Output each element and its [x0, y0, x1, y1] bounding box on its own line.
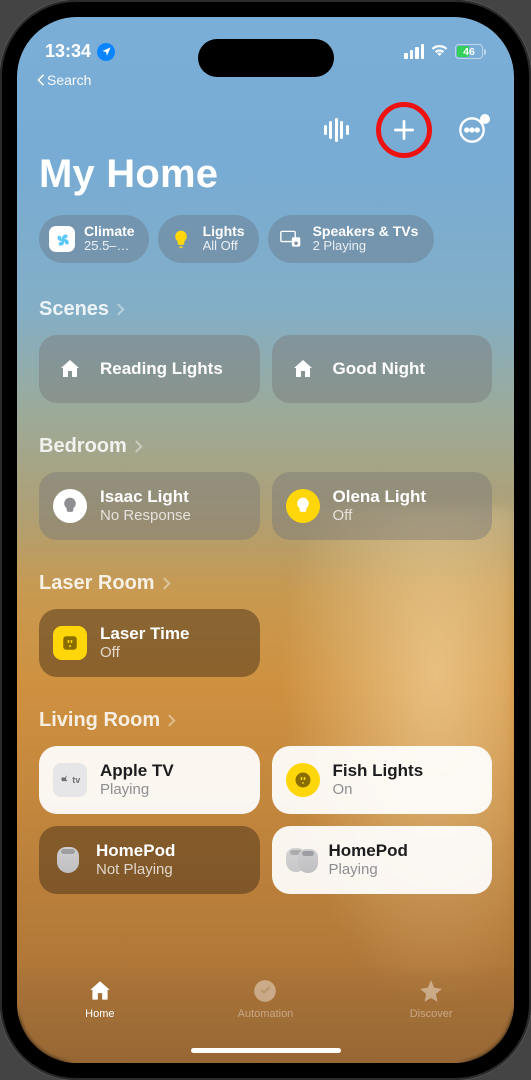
section-title: Scenes: [39, 298, 109, 321]
location-icon: [97, 43, 115, 61]
living-room-header[interactable]: Living Room: [39, 709, 492, 732]
add-accessory-highlight: [376, 102, 432, 158]
lightbulb-icon: [286, 489, 320, 523]
tab-label: Discover: [410, 1008, 453, 1020]
accessory-homepod-2[interactable]: HomePod Playing: [272, 826, 493, 894]
section-title: Bedroom: [39, 435, 127, 458]
tab-discover[interactable]: Discover: [376, 978, 486, 1020]
tile-status: No Response: [100, 507, 191, 524]
tab-label: Home: [85, 1008, 114, 1020]
accessory-homepod-1[interactable]: HomePod Not Playing: [39, 826, 260, 894]
pill-label: Lights: [203, 224, 245, 239]
tab-home[interactable]: Home: [45, 978, 155, 1020]
accessory-fish-lights[interactable]: Fish Lights On: [272, 746, 493, 814]
home-indicator[interactable]: [191, 1048, 341, 1053]
tile-title: HomePod: [329, 841, 408, 861]
speakers-pill[interactable]: Speakers & TVs 2 Playing: [268, 215, 435, 263]
homepod-pair-icon: [286, 845, 316, 875]
tile-status: Not Playing: [96, 861, 175, 878]
homepod-icon: [53, 845, 83, 875]
chevron-right-icon: [116, 302, 125, 317]
tile-status: Off: [333, 507, 427, 524]
waveform-icon: [324, 118, 349, 142]
chevron-right-icon: [134, 439, 143, 454]
accessory-olena-light[interactable]: Olena Light Off: [272, 472, 493, 540]
tv-speaker-icon: [278, 226, 304, 252]
lights-pill[interactable]: Lights All Off: [158, 215, 259, 263]
fan-icon: [49, 226, 75, 252]
pill-status: 2 Playing: [313, 239, 419, 253]
status-pills: Climate 25.5–… Lights All Off: [39, 215, 492, 263]
back-label: Search: [47, 72, 91, 88]
scene-reading-lights[interactable]: Reading Lights: [39, 335, 260, 403]
tile-title: Good Night: [333, 359, 426, 379]
tab-label: Automation: [238, 1008, 294, 1020]
tile-title: Fish Lights: [333, 761, 424, 781]
tile-status: Playing: [100, 781, 174, 798]
add-button[interactable]: [391, 117, 417, 143]
back-to-search[interactable]: Search: [37, 72, 91, 88]
tile-title: Reading Lights: [100, 359, 223, 379]
pill-label: Speakers & TVs: [313, 224, 419, 239]
accessory-laser-time[interactable]: Laser Time Off: [39, 609, 260, 677]
star-icon: [417, 978, 445, 1004]
tile-status: On: [333, 781, 424, 798]
tab-automation[interactable]: Automation: [210, 978, 320, 1020]
tile-status: Off: [100, 644, 189, 661]
scene-good-night[interactable]: Good Night: [272, 335, 493, 403]
section-title: Laser Room: [39, 572, 155, 595]
tile-title: Apple TV: [100, 761, 174, 781]
cellular-icon: [404, 44, 424, 59]
pill-status: 25.5–…: [84, 239, 135, 253]
battery-indicator: 46: [455, 44, 486, 59]
accessory-apple-tv[interactable]: tv Apple TV Playing: [39, 746, 260, 814]
clock-check-icon: [251, 978, 279, 1004]
chevron-right-icon: [162, 576, 171, 591]
appletv-icon: tv: [53, 763, 87, 797]
wifi-icon: [430, 42, 449, 61]
scenes-header[interactable]: Scenes: [39, 298, 492, 321]
section-title: Living Room: [39, 709, 160, 732]
tile-title: HomePod: [96, 841, 175, 861]
plus-icon: [391, 117, 417, 143]
dynamic-island: [198, 39, 334, 77]
lightbulb-icon: [53, 489, 87, 523]
pill-status: All Off: [203, 239, 245, 253]
tile-title: Isaac Light: [100, 487, 191, 507]
notification-dot: [480, 114, 490, 124]
tile-title: Olena Light: [333, 487, 427, 507]
house-icon: [286, 352, 320, 386]
climate-pill[interactable]: Climate 25.5–…: [39, 215, 149, 263]
pill-label: Climate: [84, 224, 135, 239]
home-settings-button[interactable]: [452, 110, 492, 150]
tile-status: Playing: [329, 861, 408, 878]
page-title: My Home: [39, 152, 492, 197]
clock: 13:34: [45, 41, 91, 62]
accessory-isaac-light[interactable]: Isaac Light No Response: [39, 472, 260, 540]
outlet-icon: [53, 626, 87, 660]
chevron-right-icon: [167, 713, 176, 728]
bulb-icon: [168, 226, 194, 252]
laser-room-header[interactable]: Laser Room: [39, 572, 492, 595]
house-icon: [53, 352, 87, 386]
announce-button[interactable]: [316, 110, 356, 150]
bedroom-header[interactable]: Bedroom: [39, 435, 492, 458]
tile-title: Laser Time: [100, 624, 189, 644]
house-icon: [86, 978, 114, 1004]
outlet-icon: [286, 763, 320, 797]
